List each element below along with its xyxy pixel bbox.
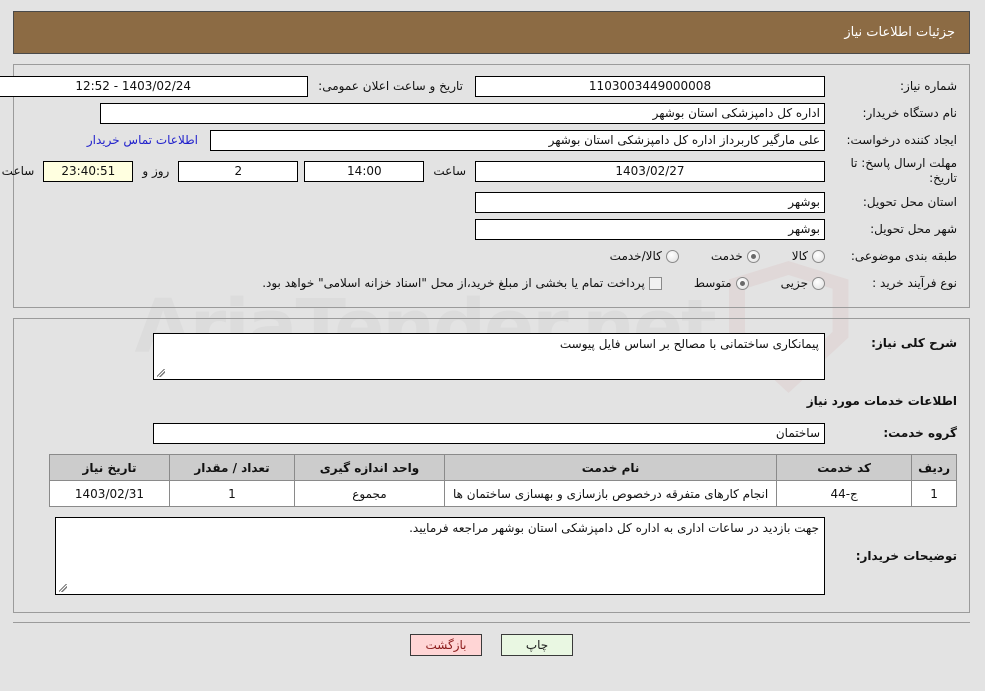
delivery-province-field[interactable]: بوشهر: [476, 191, 826, 213]
general-desc-textarea[interactable]: پیمانکاری ساختمانی با مصالح بر اساس فایل…: [154, 333, 826, 380]
delivery-city-label: شهر محل تحویل:: [871, 221, 958, 236]
page-title: جزئیات اطلاعات نیاز: [845, 25, 956, 40]
row-general-description: شرح کلی نیاز: پیمانکاری ساختمانی با مصال…: [27, 333, 958, 380]
row-purchase-type: نوع فرآیند خرید : جزیی متوسط پرداخت تمام…: [27, 272, 958, 294]
services-table: ردیف کد خدمت نام خدمت واحد اندازه گیری ت…: [50, 454, 958, 507]
purchase-type-label: نوع فرآیند خرید :: [873, 275, 958, 290]
checkbox-icon[interactable]: [649, 276, 663, 290]
col-quantity: تعداد / مقدار: [170, 454, 296, 481]
col-service-code: کد خدمت: [777, 454, 914, 481]
row-buyer-notes: توضیحات خریدار: جهت بازدید در ساعات ادار…: [27, 517, 958, 595]
cell-service-code: ج-44: [777, 480, 914, 507]
buyer-contact-link[interactable]: اطلاعات تماس خریدار: [88, 133, 205, 147]
cell-need-date: 1403/02/31: [50, 480, 171, 507]
cell-service-name: انجام کارهای متفرقه درخصوص بازسازی و بهس…: [444, 480, 779, 507]
response-deadline-label-line2: تاریخ:: [930, 171, 958, 185]
radio-category-goods-service[interactable]: کالا/خدمت: [611, 249, 680, 263]
col-row-number: ردیف: [912, 454, 958, 481]
row-need-number: شماره نیاز: 1103003449000008 تاریخ و ساع…: [0, 75, 958, 97]
buyer-org-field[interactable]: اداره کل دامپزشکی استان بوشهر: [101, 102, 826, 124]
delivery-city-field[interactable]: بوشهر: [476, 218, 826, 240]
radio-category-goods-service-label: کالا/خدمت: [610, 249, 663, 263]
radio-circle-selected-icon[interactable]: [747, 249, 761, 263]
remaining-hours-label: ساعت باقی مانده: [0, 164, 36, 178]
radio-category-goods-label: کالا: [792, 249, 809, 263]
countdown-timer-field[interactable]: 23:40:51: [44, 160, 135, 182]
table-row: 1 ج-44 انجام کارهای متفرقه درخصوص بازساز…: [50, 480, 958, 507]
announce-datetime-field[interactable]: 12:52 - 1403/02/24: [0, 75, 310, 97]
need-summary-panel: شماره نیاز: 1103003449000008 تاریخ و ساع…: [0, 64, 971, 308]
remaining-days-field[interactable]: 2: [179, 160, 300, 182]
radio-category-service[interactable]: خدمت: [712, 249, 761, 263]
buyer-notes-textarea[interactable]: جهت بازدید در ساعات اداری به اداره کل دا…: [56, 517, 826, 595]
radio-circle-icon[interactable]: [666, 249, 680, 263]
request-creator-label: ایجاد کننده درخواست:: [847, 132, 958, 147]
radio-purchase-minor-label: جزیی: [781, 276, 809, 290]
subject-category-label: طبقه بندی موضوعی:: [851, 248, 958, 263]
radio-circle-icon[interactable]: [813, 276, 826, 290]
page-container: جزئیات اطلاعات نیاز شماره نیاز: 11030034…: [0, 0, 985, 656]
radio-purchase-minor[interactable]: جزیی: [782, 276, 826, 290]
row-delivery-province: استان محل تحویل: بوشهر: [27, 191, 958, 213]
need-number-label: شماره نیاز:: [901, 78, 958, 93]
services-section-heading: اطلاعات خدمات مورد نیاز: [807, 394, 958, 408]
radio-purchase-medium[interactable]: متوسط: [695, 276, 750, 290]
buyer-org-label: نام دستگاه خریدار:: [863, 105, 959, 120]
page-title-bar: جزئیات اطلاعات نیاز: [14, 11, 971, 54]
subject-category-radio-group: کالا خدمت کالا/خدمت: [583, 249, 826, 263]
islamic-treasury-checkbox-item[interactable]: پرداخت تمام یا بخشی از مبلغ خرید،از محل …: [263, 276, 663, 290]
purchase-type-radio-group: جزیی متوسط پرداخت تمام یا بخشی از مبلغ خ…: [235, 276, 826, 290]
need-details-panel: شرح کلی نیاز: پیمانکاری ساختمانی با مصال…: [14, 318, 971, 613]
col-need-date: تاریخ نیاز: [50, 454, 171, 481]
deadline-time-field[interactable]: 14:00: [305, 160, 426, 182]
service-group-label: گروه خدمت:: [884, 425, 958, 440]
general-desc-label: شرح کلی نیاز:: [872, 336, 958, 350]
request-creator-field[interactable]: علی مارگیر کاربرداز اداره کل دامپزشکی اس…: [211, 129, 826, 151]
row-buyer-org: نام دستگاه خریدار: اداره کل دامپزشکی است…: [27, 102, 958, 124]
cell-quantity: 1: [170, 480, 296, 507]
response-deadline-label-line1: مهلت ارسال پاسخ: تا: [851, 156, 958, 170]
print-button[interactable]: چاپ: [502, 634, 574, 656]
row-response-deadline: مهلت ارسال پاسخ: تا تاریخ: 1403/02/27 سا…: [0, 156, 958, 186]
row-service-group: گروه خدمت: ساختمان: [27, 422, 958, 444]
row-subject-category: طبقه بندی موضوعی: کالا خدمت کالا/خدمت: [27, 245, 958, 267]
delivery-province-label: استان محل تحویل:: [863, 194, 958, 209]
cell-row-number: 1: [912, 480, 958, 507]
radio-circle-icon[interactable]: [813, 249, 826, 263]
row-request-creator: ایجاد کننده درخواست: علی مارگیر کاربرداز…: [27, 129, 958, 151]
deadline-time-label: ساعت: [434, 164, 467, 178]
response-deadline-label: مهلت ارسال پاسخ: تا تاریخ:: [826, 156, 958, 186]
radio-category-goods[interactable]: کالا: [793, 249, 826, 263]
announce-datetime-label: تاریخ و ساعت اعلان عمومی:: [319, 79, 464, 93]
remaining-days-label: روز و: [143, 164, 171, 178]
row-delivery-city: شهر محل تحویل: بوشهر: [27, 218, 958, 240]
deadline-date-field[interactable]: 1403/02/27: [476, 160, 826, 182]
back-button[interactable]: بازگشت: [411, 634, 483, 656]
cell-unit: مجموع: [295, 480, 446, 507]
col-service-name: نام خدمت: [444, 454, 779, 481]
need-number-field[interactable]: 1103003449000008: [476, 75, 826, 97]
buyer-notes-label: توضیحات خریدار:: [856, 548, 958, 563]
footer-action-bar: بازگشت چاپ: [14, 622, 971, 656]
table-header-row: ردیف کد خدمت نام خدمت واحد اندازه گیری ت…: [50, 454, 958, 481]
radio-category-service-label: خدمت: [711, 249, 744, 263]
col-unit: واحد اندازه گیری: [295, 454, 446, 481]
radio-purchase-medium-label: متوسط: [694, 276, 733, 290]
islamic-treasury-note: پرداخت تمام یا بخشی از مبلغ خرید،از محل …: [263, 276, 646, 290]
service-group-field[interactable]: ساختمان: [154, 422, 826, 444]
radio-circle-selected-icon[interactable]: [736, 276, 750, 290]
